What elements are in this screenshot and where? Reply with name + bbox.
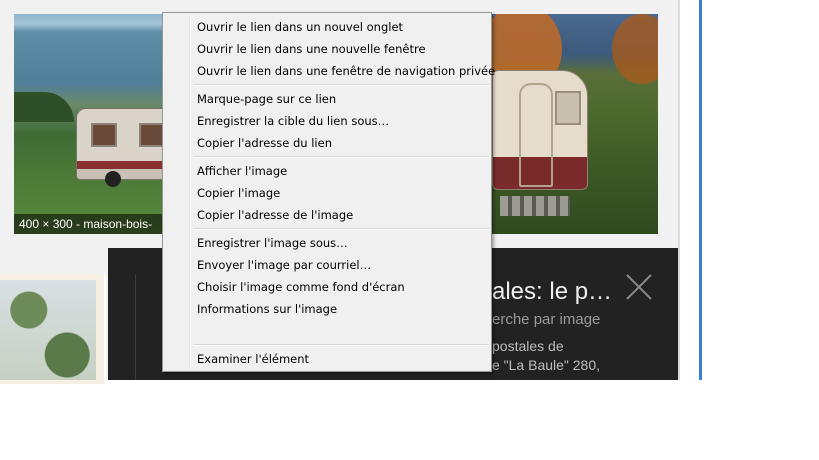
menu-item-open-link-new-window[interactable]: Ouvrir le lien dans une nouvelle fenêtre — [197, 39, 489, 59]
menu-item-inspect-element[interactable]: Examiner l'élément — [197, 349, 489, 369]
detail-title[interactable]: ales: le p… — [492, 278, 612, 306]
menu-item-copy-image[interactable]: Copier l'image — [197, 183, 489, 203]
thumbnail-tree — [612, 14, 658, 84]
caravan-wheel — [105, 171, 121, 187]
detail-description: e "La Baule" 280, — [492, 357, 601, 373]
thumbnail-caravan — [76, 108, 164, 187]
postcard-image — [0, 280, 96, 380]
menu-item-email-image[interactable]: Envoyer l'image par courriel… — [197, 255, 489, 275]
context-menu: Ouvrir le lien dans un nouvel onglet Ouv… — [162, 12, 495, 372]
menu-separator — [193, 156, 489, 158]
results-border — [678, 0, 680, 380]
thumbnail-caption: 400 × 300 - maison-bois- — [14, 214, 164, 234]
menu-item-save-link-target[interactable]: Enregistrer la cible du lien sous… — [197, 111, 489, 131]
thumbnail-pallet — [500, 196, 570, 216]
caravan-window — [555, 91, 581, 125]
window-edge — [699, 0, 702, 380]
result-thumbnail-caravan-sea[interactable] — [14, 14, 164, 234]
menu-item-view-image[interactable]: Afficher l'image — [197, 161, 489, 181]
menu-item-bookmark-link[interactable]: Marque-page sur ce lien — [197, 89, 489, 109]
thumbnail-shore — [14, 92, 74, 122]
detail-description: postales de — [492, 338, 564, 354]
result-thumbnail-postcard[interactable] — [0, 274, 106, 384]
close-icon[interactable] — [624, 272, 654, 302]
caravan-window — [91, 123, 117, 147]
thumbnail-caravan — [492, 70, 588, 190]
menu-item-copy-link-address[interactable]: Copier l'adresse du lien — [197, 133, 489, 153]
menu-item-copy-image-address[interactable]: Copier l'adresse de l'image — [197, 205, 489, 225]
menu-item-open-link-new-tab[interactable]: Ouvrir le lien dans un nouvel onglet — [197, 17, 489, 37]
detail-divider — [135, 274, 136, 380]
result-thumbnail-caravan-trees[interactable] — [492, 14, 658, 234]
menu-item-open-link-private-window[interactable]: Ouvrir le lien dans une fenêtre de navig… — [197, 61, 495, 81]
menu-icon-gutter — [189, 15, 191, 369]
menu-separator — [193, 228, 489, 230]
caravan-door — [519, 83, 553, 187]
close-icon-glyph — [626, 274, 652, 300]
menu-separator — [193, 84, 489, 86]
menu-item-save-image[interactable]: Enregistrer l'image sous… — [197, 233, 489, 253]
detail-subtitle[interactable]: erche par image — [492, 311, 600, 328]
menu-item-set-desktop-background[interactable]: Choisir l'image comme fond d'écran — [197, 277, 489, 297]
browser-page: 400 × 300 - maison-bois- ales: le p… erc… — [0, 0, 819, 460]
menu-item-image-info[interactable]: Informations sur l'image — [197, 299, 489, 319]
caravan-window — [139, 123, 164, 147]
menu-separator — [193, 344, 489, 346]
